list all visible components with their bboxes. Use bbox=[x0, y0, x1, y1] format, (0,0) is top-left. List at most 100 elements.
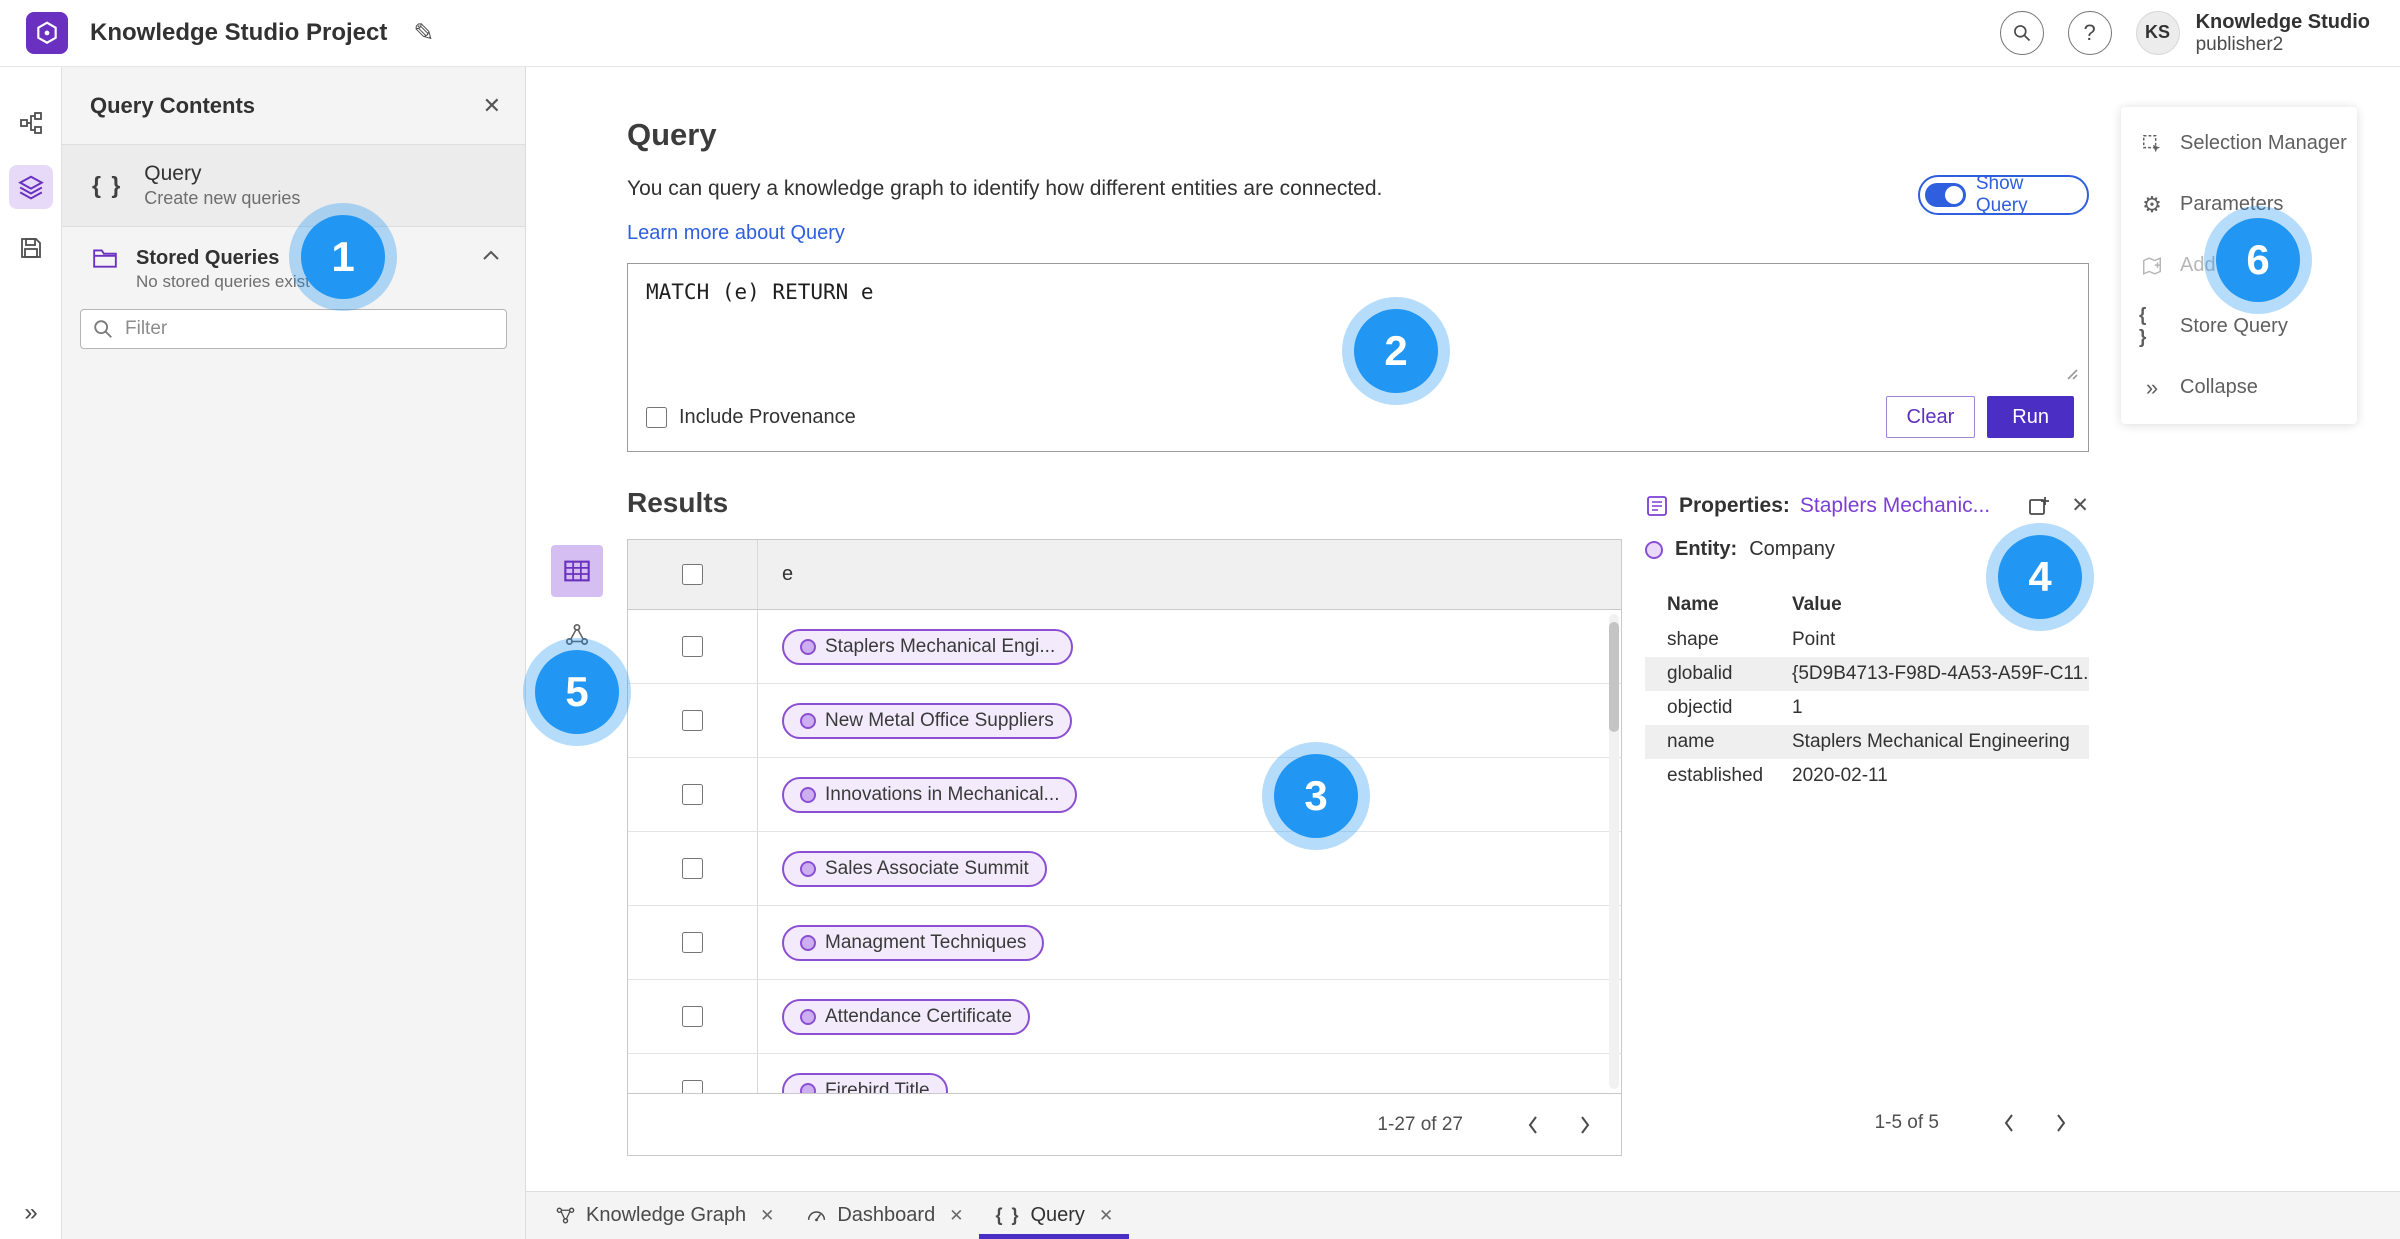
entity-type-value: Company bbox=[1749, 538, 1835, 560]
close-tab-icon[interactable]: ✕ bbox=[760, 1206, 774, 1226]
results-title: Results bbox=[627, 487, 729, 518]
filter-field bbox=[80, 309, 507, 350]
save-button[interactable] bbox=[9, 226, 53, 270]
help-button[interactable]: ? bbox=[2067, 10, 2112, 55]
row-checkbox[interactable] bbox=[682, 858, 703, 879]
table-row: Staplers Mechanical Engi... bbox=[628, 610, 1621, 684]
link-chart-icon bbox=[565, 623, 589, 645]
resize-handle-icon[interactable] bbox=[2062, 364, 2078, 380]
graph-view-button[interactable] bbox=[557, 615, 597, 655]
entity-chip[interactable]: Firebird Title bbox=[782, 1072, 948, 1093]
app-logo-icon[interactable] bbox=[26, 12, 68, 54]
close-tab-icon[interactable]: ✕ bbox=[1099, 1206, 1113, 1226]
filter-search-icon bbox=[92, 318, 114, 345]
store-query-button[interactable]: { } Store Query bbox=[2121, 296, 2357, 357]
properties-prev-page-button[interactable] bbox=[1991, 1105, 2027, 1141]
tab-query[interactable]: { } Query ✕ bbox=[979, 1192, 1129, 1239]
table-view-button[interactable] bbox=[551, 545, 603, 597]
annotation-badge-4: 4 bbox=[1998, 535, 2082, 619]
row-checkbox[interactable] bbox=[682, 932, 703, 953]
stored-queries-section[interactable]: Stored Queries No stored queries exist bbox=[62, 227, 525, 293]
entity-chip[interactable]: Innovations in Mechanical... bbox=[782, 776, 1078, 813]
row-checkbox[interactable] bbox=[682, 1080, 703, 1093]
entity-chip[interactable]: Staplers Mechanical Engi... bbox=[782, 628, 1074, 665]
results-table-header: e bbox=[628, 540, 1621, 610]
query-item-sublabel: Create new queries bbox=[144, 188, 301, 209]
properties-entity-link[interactable]: Staplers Mechanic... bbox=[1800, 494, 2018, 518]
hierarchy-view-button[interactable] bbox=[9, 101, 53, 145]
main-content: Query You can query a knowledge graph to… bbox=[526, 67, 2400, 1191]
close-panel-icon[interactable]: ✕ bbox=[483, 93, 501, 119]
row-checkbox[interactable] bbox=[682, 784, 703, 805]
chevron-right-icon bbox=[2057, 1114, 2066, 1132]
entity-dot-icon bbox=[800, 638, 816, 655]
property-row: shape Point bbox=[1667, 629, 1836, 650]
annotation-badge-2: 2 bbox=[1354, 309, 1438, 393]
user-info: Knowledge Studio publisher2 bbox=[2196, 10, 2370, 57]
selection-manager-icon bbox=[2143, 134, 2161, 152]
edit-title-icon[interactable]: ✎ bbox=[413, 18, 434, 48]
tab-knowledge-graph[interactable]: Knowledge Graph ✕ bbox=[539, 1192, 790, 1239]
layers-icon bbox=[18, 175, 44, 200]
entity-type-dot-icon bbox=[1645, 540, 1663, 559]
tab-dashboard[interactable]: Dashboard ✕ bbox=[790, 1192, 979, 1239]
chevron-up-icon[interactable] bbox=[481, 249, 501, 268]
query-description: You can query a knowledge graph to ident… bbox=[627, 177, 1383, 200]
include-provenance-label: Include Provenance bbox=[679, 405, 856, 428]
properties-next-page-button[interactable] bbox=[2043, 1105, 2079, 1141]
top-bar: Knowledge Studio Project ✎ ? KS Knowledg… bbox=[0, 0, 2400, 67]
properties-pagination: 1-5 of 5 bbox=[1645, 1105, 2079, 1141]
add-to-selection-icon[interactable] bbox=[2027, 494, 2051, 518]
query-code-input[interactable]: MATCH (e) RETURN e bbox=[628, 264, 2088, 320]
include-provenance-checkbox[interactable] bbox=[646, 406, 667, 428]
entity-chip[interactable]: Attendance Certificate bbox=[782, 998, 1030, 1035]
show-query-toggle[interactable]: Show Query bbox=[1918, 173, 2089, 216]
select-all-checkbox[interactable] bbox=[682, 564, 703, 585]
search-button[interactable] bbox=[1999, 10, 2044, 55]
run-button[interactable]: Run bbox=[1987, 396, 2074, 438]
results-pagination: 1-27 of 27 bbox=[628, 1093, 1621, 1155]
entity-chip[interactable]: Sales Associate Summit bbox=[782, 850, 1047, 887]
entity-dot-icon bbox=[800, 1008, 816, 1025]
properties-label: Properties: bbox=[1679, 493, 1790, 517]
sidebar-item-query[interactable]: { } Query Create new queries bbox=[62, 145, 525, 227]
close-tab-icon[interactable]: ✕ bbox=[949, 1206, 963, 1226]
collapse-menu-button[interactable]: » Collapse bbox=[2121, 357, 2357, 418]
row-checkbox[interactable] bbox=[682, 636, 703, 657]
left-icon-rail: » bbox=[0, 67, 62, 1239]
close-properties-icon[interactable]: ✕ bbox=[2071, 493, 2089, 518]
entity-chip[interactable]: Managment Techniques bbox=[782, 924, 1045, 961]
table-icon bbox=[564, 560, 590, 582]
row-checkbox[interactable] bbox=[682, 1006, 703, 1027]
query-contents-panel: Query Contents ✕ { } Query Create new qu… bbox=[62, 67, 526, 1239]
braces-icon: { } bbox=[2139, 304, 2149, 348]
results-prev-page-button[interactable] bbox=[1515, 1107, 1551, 1143]
annotation-badge-6: 6 bbox=[2216, 218, 2300, 302]
panel-header: Query Contents ✕ bbox=[62, 67, 525, 145]
results-table-body: Staplers Mechanical Engi... New Metal Of… bbox=[628, 610, 1621, 1093]
layers-view-button[interactable] bbox=[9, 165, 53, 209]
hierarchy-icon bbox=[20, 112, 42, 134]
learn-more-link[interactable]: Learn more about Query bbox=[627, 222, 845, 245]
dashboard-icon bbox=[808, 1211, 826, 1222]
expand-rail-button[interactable]: » bbox=[0, 1199, 62, 1227]
entity-dot-icon bbox=[800, 1082, 816, 1093]
question-icon: ? bbox=[2083, 19, 2096, 45]
selection-manager-button[interactable]: Selection Manager bbox=[2121, 113, 2357, 174]
results-next-page-button[interactable] bbox=[1567, 1107, 1603, 1143]
properties-icon bbox=[1647, 495, 1667, 516]
entity-chip[interactable]: New Metal Office Suppliers bbox=[782, 702, 1072, 739]
user-avatar[interactable]: KS bbox=[2135, 10, 2180, 55]
scrollbar[interactable] bbox=[1609, 614, 1619, 1089]
property-row: globalid {5D9B4713-F98D-4A53-A59F-C11... bbox=[1645, 657, 2089, 691]
show-query-label: Show Query bbox=[1975, 173, 2028, 216]
property-row: objectid 1 bbox=[1667, 697, 1803, 718]
filter-input[interactable] bbox=[80, 309, 507, 350]
clear-button[interactable]: Clear bbox=[1885, 396, 1976, 438]
scrollbar-thumb[interactable] bbox=[1609, 622, 1619, 732]
table-row: Managment Techniques bbox=[628, 906, 1621, 980]
braces-icon: { } bbox=[995, 1205, 1021, 1225]
row-checkbox[interactable] bbox=[682, 710, 703, 731]
bottom-tab-bar: Knowledge Graph ✕ Dashboard ✕ { } Query … bbox=[526, 1191, 2400, 1239]
page-title: Query bbox=[627, 117, 717, 152]
